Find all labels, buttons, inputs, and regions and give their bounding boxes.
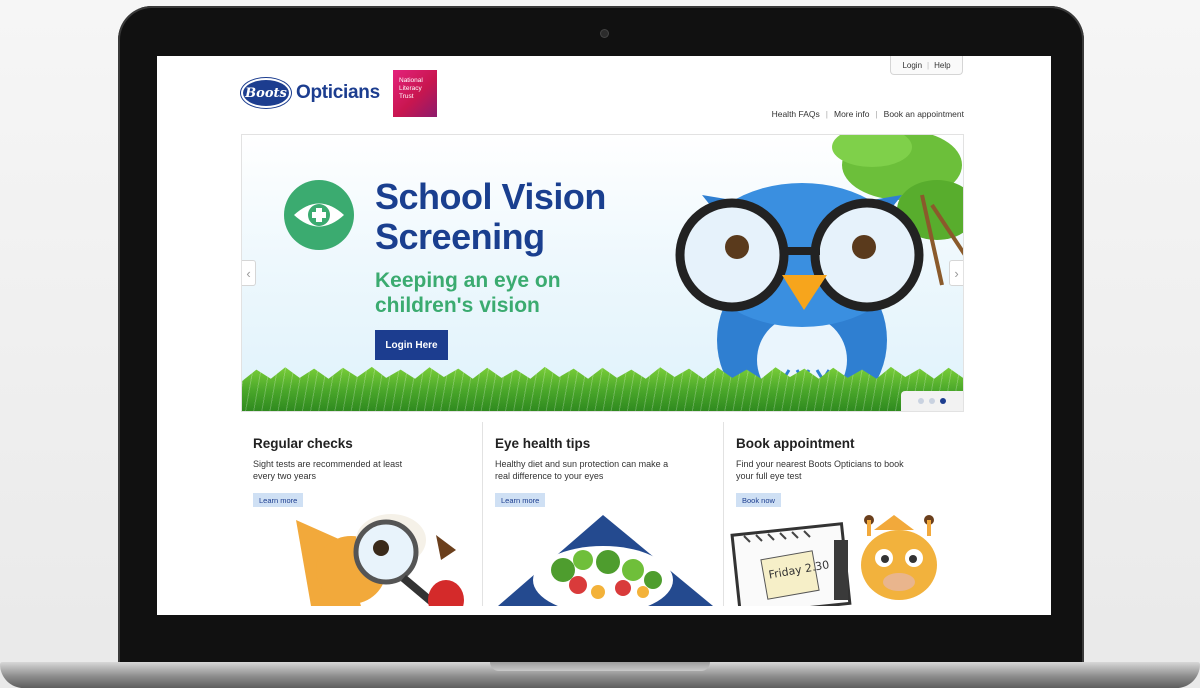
promo-text: Healthy diet and sun protection can make… [495, 459, 669, 481]
hero-banner: School Vision Screening Keeping an eye o… [241, 134, 964, 412]
boots-logo: Boots [241, 78, 291, 108]
brand-name: Opticians [296, 82, 380, 103]
carousel-dot-3[interactable] [940, 398, 946, 404]
help-link[interactable]: Help [934, 61, 950, 70]
header-nav: Health FAQs | More info | Book an appoin… [772, 109, 964, 119]
promo-text: Sight tests are recommended at least eve… [253, 459, 403, 481]
login-link[interactable]: Login [902, 61, 922, 70]
carousel-dots [901, 391, 963, 411]
hero-subtitle: Keeping an eye on children's vision [375, 269, 561, 317]
promo-regular-checks: Regular checks Sight tests are recommend… [241, 422, 482, 606]
login-here-button[interactable]: Login Here [375, 330, 448, 360]
nav-health-faqs[interactable]: Health FAQs [772, 109, 820, 119]
laptop-notch [490, 662, 710, 671]
nav-book-appointment[interactable]: Book an appointment [884, 109, 964, 119]
promo-text: Find your nearest Boots Opticians to boo… [736, 459, 904, 481]
chevron-left-icon[interactable]: ‹ [242, 260, 256, 286]
carousel-dot-2[interactable] [929, 398, 935, 404]
dog-magnifier-illustration [296, 514, 464, 606]
partner-badge: National Literacy Trust [393, 70, 437, 117]
promo-title: Regular checks [253, 436, 353, 451]
utility-links: Login | Help [890, 56, 963, 75]
promo-title: Book appointment [736, 436, 855, 451]
learn-more-button[interactable]: Learn more [495, 493, 546, 507]
promo-eye-health-tips: Eye health tips Healthy diet and sun pro… [482, 422, 723, 606]
giraffe-notebook-illustration: Friday 2.30 [730, 515, 937, 606]
divider: | [825, 109, 828, 119]
eye-icon [284, 180, 354, 250]
promo-book-appointment: Book appointment Find your nearest Boots… [723, 422, 964, 606]
browser-screen: Login | Help Boots Opticians National Li… [157, 56, 1051, 615]
camera-icon [601, 30, 608, 37]
hero-title: School Vision Screening [375, 176, 606, 257]
divider: | [927, 60, 930, 70]
salad-bowl-illustration [498, 515, 713, 606]
divider: | [875, 109, 878, 119]
promo-title: Eye health tips [495, 436, 591, 451]
nav-more-info[interactable]: More info [834, 109, 869, 119]
site-logo[interactable]: Boots Opticians [241, 78, 380, 108]
chevron-right-icon[interactable]: › [949, 260, 963, 286]
carousel-dot-1[interactable] [918, 398, 924, 404]
partner-badge-text: National Literacy Trust [399, 77, 423, 100]
book-now-button[interactable]: Book now [736, 493, 781, 507]
learn-more-button[interactable]: Learn more [253, 493, 304, 507]
